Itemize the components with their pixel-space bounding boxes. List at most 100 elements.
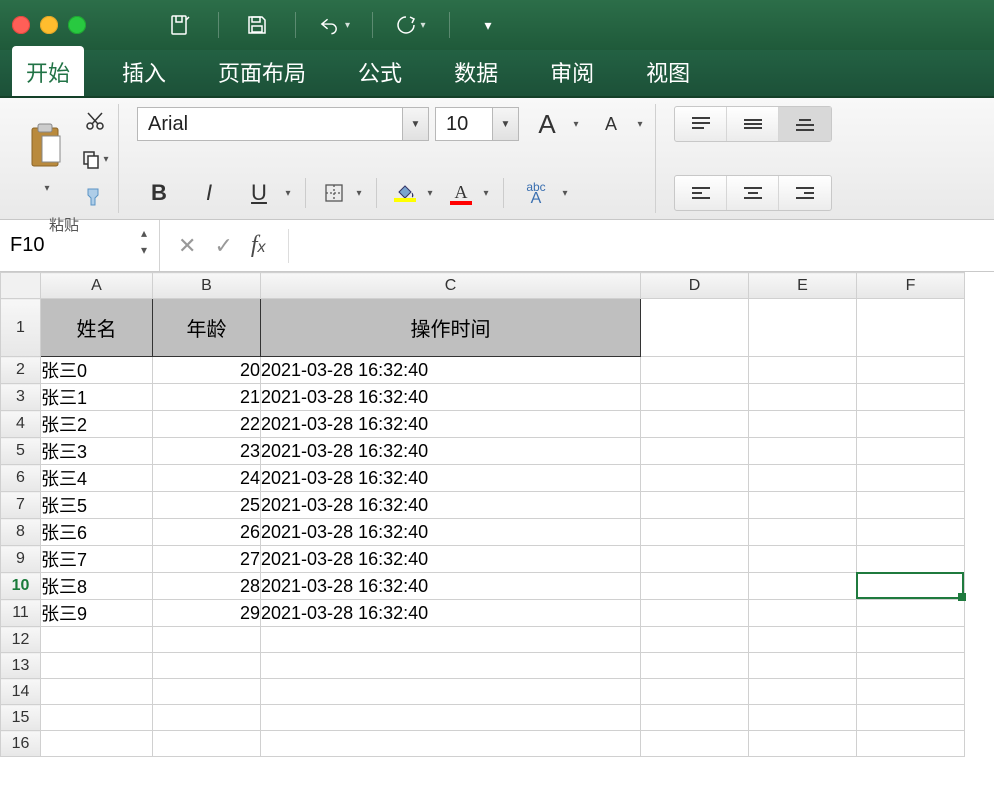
cell-B2[interactable]: 20: [153, 357, 261, 384]
cell-B12[interactable]: [153, 627, 261, 653]
copy-icon[interactable]: [80, 144, 110, 174]
tab-home[interactable]: 开始: [12, 46, 84, 96]
row-header-9[interactable]: 9: [1, 546, 41, 573]
cell-A14[interactable]: [41, 679, 153, 705]
cell-A13[interactable]: [41, 653, 153, 679]
cell-E13[interactable]: [749, 653, 857, 679]
sheet[interactable]: ABCDEF1姓名年龄操作时间2张三0202021-03-28 16:32:40…: [0, 272, 994, 790]
cell-F5[interactable]: [857, 438, 965, 465]
cell-A16[interactable]: [41, 731, 153, 757]
cell-F8[interactable]: [857, 519, 965, 546]
cell-D3[interactable]: [641, 384, 749, 411]
cell-D16[interactable]: [641, 731, 749, 757]
italic-button[interactable]: I: [187, 175, 231, 211]
cell-E9[interactable]: [749, 546, 857, 573]
cell-C1[interactable]: 操作时间: [261, 299, 641, 357]
row-header-13[interactable]: 13: [1, 653, 41, 679]
bold-button[interactable]: B: [137, 175, 181, 211]
align-left-button[interactable]: [675, 176, 727, 210]
cell-F4[interactable]: [857, 411, 965, 438]
cell-B1[interactable]: 年龄: [153, 299, 261, 357]
cell-F2[interactable]: [857, 357, 965, 384]
accept-formula-icon[interactable]: ✓: [214, 233, 232, 259]
col-header-C[interactable]: C: [261, 273, 641, 299]
cell-B10[interactable]: 28: [153, 573, 261, 600]
name-box[interactable]: F10 ▴ ▾: [0, 220, 160, 271]
cell-B7[interactable]: 25: [153, 492, 261, 519]
cell-A8[interactable]: 张三6: [41, 519, 153, 546]
col-header-D[interactable]: D: [641, 273, 749, 299]
cell-B13[interactable]: [153, 653, 261, 679]
cell-F7[interactable]: [857, 492, 965, 519]
row-header-11[interactable]: 11: [1, 600, 41, 627]
font-color-button[interactable]: A ▾: [443, 175, 493, 211]
cell-B11[interactable]: 29: [153, 600, 261, 627]
cell-D2[interactable]: [641, 357, 749, 384]
cell-E12[interactable]: [749, 627, 857, 653]
cell-E4[interactable]: [749, 411, 857, 438]
grow-font-button[interactable]: A ▾: [525, 106, 583, 142]
cell-D10[interactable]: [641, 573, 749, 600]
cell-C11[interactable]: 2021-03-28 16:32:40: [261, 600, 641, 627]
underline-button[interactable]: U ▾: [237, 175, 295, 211]
undo-button[interactable]: [318, 9, 350, 41]
fill-color-button[interactable]: ▾: [387, 175, 437, 211]
namebox-up-icon[interactable]: ▴: [135, 226, 153, 242]
cell-A2[interactable]: 张三0: [41, 357, 153, 384]
row-header-3[interactable]: 3: [1, 384, 41, 411]
row-header-15[interactable]: 15: [1, 705, 41, 731]
cell-C6[interactable]: 2021-03-28 16:32:40: [261, 465, 641, 492]
format-painter-icon[interactable]: [80, 182, 110, 212]
align-bottom-button[interactable]: [779, 107, 831, 141]
align-center-button[interactable]: [727, 176, 779, 210]
paste-button[interactable]: [18, 118, 74, 200]
cell-E1[interactable]: [749, 299, 857, 357]
cell-D14[interactable]: [641, 679, 749, 705]
cell-C4[interactable]: 2021-03-28 16:32:40: [261, 411, 641, 438]
chevron-down-icon[interactable]: ▼: [492, 108, 518, 140]
cell-F3[interactable]: [857, 384, 965, 411]
tab-review[interactable]: 审阅: [536, 46, 608, 96]
shrink-font-button[interactable]: A ▾: [589, 106, 647, 142]
cell-B3[interactable]: 21: [153, 384, 261, 411]
cell-F10[interactable]: [857, 573, 965, 600]
cell-F9[interactable]: [857, 546, 965, 573]
tab-data[interactable]: 数据: [440, 46, 512, 96]
cell-C5[interactable]: 2021-03-28 16:32:40: [261, 438, 641, 465]
tab-view[interactable]: 视图: [632, 46, 704, 96]
cell-F16[interactable]: [857, 731, 965, 757]
customize-qat-icon[interactable]: ▾: [472, 9, 504, 41]
cell-D9[interactable]: [641, 546, 749, 573]
cell-F13[interactable]: [857, 653, 965, 679]
cell-E3[interactable]: [749, 384, 857, 411]
cell-A11[interactable]: 张三9: [41, 600, 153, 627]
cell-D8[interactable]: [641, 519, 749, 546]
cell-C12[interactable]: [261, 627, 641, 653]
cell-D7[interactable]: [641, 492, 749, 519]
col-header-F[interactable]: F: [857, 273, 965, 299]
save-as-icon[interactable]: [164, 9, 196, 41]
row-header-14[interactable]: 14: [1, 679, 41, 705]
cell-D1[interactable]: [641, 299, 749, 357]
cell-B4[interactable]: 22: [153, 411, 261, 438]
cell-A3[interactable]: 张三1: [41, 384, 153, 411]
cell-C10[interactable]: 2021-03-28 16:32:40: [261, 573, 641, 600]
cell-E2[interactable]: [749, 357, 857, 384]
cell-F14[interactable]: [857, 679, 965, 705]
cut-icon[interactable]: [80, 106, 110, 136]
cell-C2[interactable]: 2021-03-28 16:32:40: [261, 357, 641, 384]
tab-formula[interactable]: 公式: [344, 46, 416, 96]
cell-C8[interactable]: 2021-03-28 16:32:40: [261, 519, 641, 546]
row-header-8[interactable]: 8: [1, 519, 41, 546]
cell-A4[interactable]: 张三2: [41, 411, 153, 438]
row-header-16[interactable]: 16: [1, 731, 41, 757]
cell-B6[interactable]: 24: [153, 465, 261, 492]
align-right-button[interactable]: [779, 176, 831, 210]
cell-D13[interactable]: [641, 653, 749, 679]
cell-E10[interactable]: [749, 573, 857, 600]
cell-A1[interactable]: 姓名: [41, 299, 153, 357]
cell-F12[interactable]: [857, 627, 965, 653]
select-all-corner[interactable]: [1, 273, 41, 299]
col-header-B[interactable]: B: [153, 273, 261, 299]
cell-E15[interactable]: [749, 705, 857, 731]
